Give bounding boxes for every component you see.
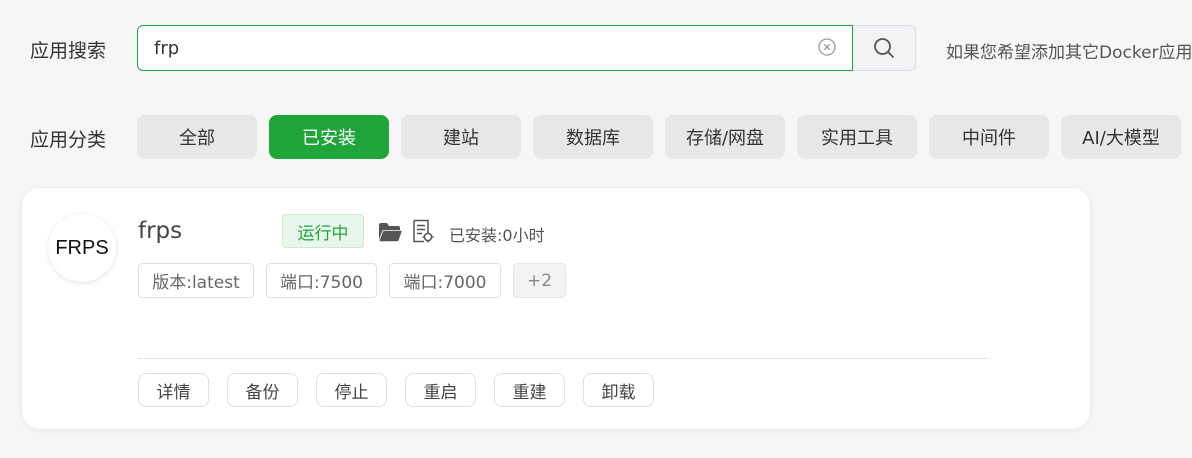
search-icon: [874, 38, 894, 58]
category-ai[interactable]: AI/大模型: [1061, 115, 1181, 159]
search-input[interactable]: [152, 26, 796, 71]
uninstall-button[interactable]: 卸载: [583, 373, 654, 407]
clear-icon[interactable]: [818, 38, 836, 56]
installed-time: 已安装:0小时: [449, 226, 545, 245]
port-tag-7000: 端口:7000: [389, 263, 501, 298]
card-divider: [138, 358, 989, 359]
search-label: 应用搜索: [30, 40, 107, 62]
status-badge: 运行中: [282, 214, 364, 248]
search-box[interactable]: [137, 25, 853, 71]
category-label: 应用分类: [30, 129, 107, 151]
search-hint: 如果您希望添加其它Docker应用: [946, 43, 1192, 63]
log-icon[interactable]: [412, 219, 434, 243]
search-button[interactable]: [853, 25, 916, 71]
port-tag-7500: 端口:7500: [266, 263, 377, 298]
more-tags-badge[interactable]: +2: [513, 263, 566, 298]
app-logo: FRPS: [48, 214, 116, 282]
category-database[interactable]: 数据库: [533, 115, 653, 159]
stop-button[interactable]: 停止: [316, 373, 387, 407]
category-website[interactable]: 建站: [401, 115, 521, 159]
category-tools[interactable]: 实用工具: [797, 115, 917, 159]
folder-icon[interactable]: [378, 221, 402, 243]
app-card: FRPS frps 运行中 已安装:0小时 版本:latest 端口:7500 …: [22, 188, 1090, 429]
app-name: frps: [138, 218, 183, 244]
category-installed[interactable]: 已安装: [269, 115, 389, 159]
details-button[interactable]: 详情: [138, 373, 209, 407]
category-middleware[interactable]: 中间件: [929, 115, 1049, 159]
restart-button[interactable]: 重启: [405, 373, 476, 407]
category-storage[interactable]: 存储/网盘: [665, 115, 785, 159]
rebuild-button[interactable]: 重建: [494, 373, 565, 407]
category-all[interactable]: 全部: [137, 115, 257, 159]
version-tag: 版本:latest: [138, 263, 254, 298]
backup-button[interactable]: 备份: [227, 373, 298, 407]
